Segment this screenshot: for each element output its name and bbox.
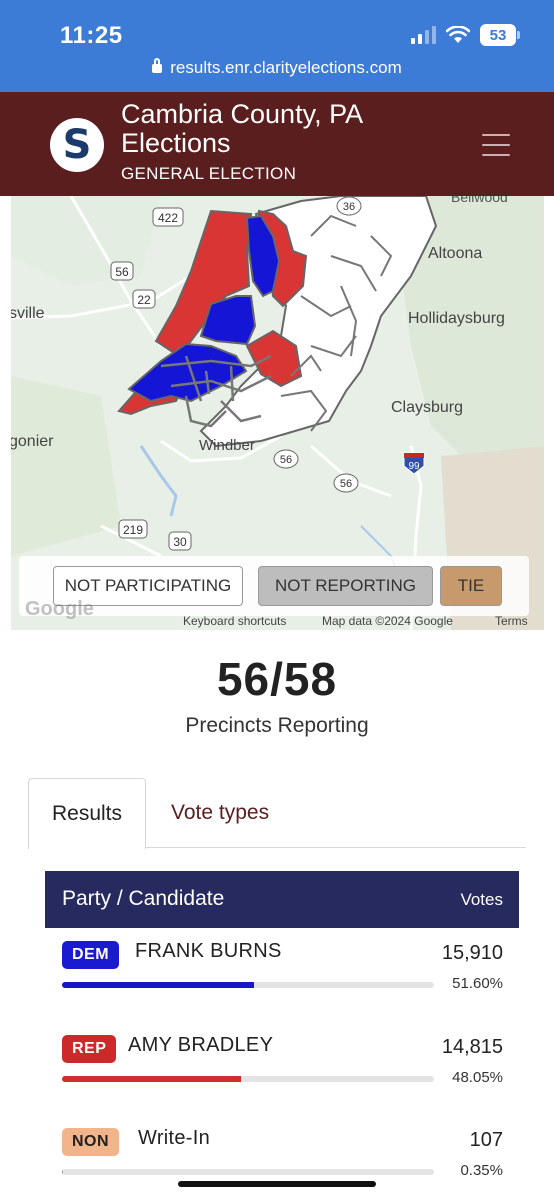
candidate-votes: 107 — [469, 1129, 503, 1151]
vote-share-fill — [62, 982, 254, 988]
candidate-percent: 48.05% — [452, 1069, 503, 1086]
vote-share-bar — [62, 1169, 434, 1175]
status-time: 11:25 — [60, 22, 123, 49]
page-title: Cambria County, PA Elections — [121, 99, 362, 158]
keyboard-shortcuts-link[interactable]: Keyboard shortcuts — [183, 614, 286, 628]
candidate-votes: 15,910 — [441, 942, 503, 964]
site-header: S Cambria County, PA Elections GENERAL E… — [0, 92, 554, 196]
svg-text:30: 30 — [173, 535, 187, 549]
legend-not-reporting[interactable]: NOT REPORTING — [258, 566, 433, 606]
map-label-hollidaysburg: Hollidaysburg — [408, 310, 505, 327]
lock-icon — [152, 58, 163, 73]
vote-share-fill — [62, 1076, 241, 1082]
map-label-windber: Windber — [199, 437, 255, 454]
map-label-claysburg: Claysburg — [391, 399, 463, 416]
svg-text:36: 36 — [343, 201, 355, 213]
header-party-candidate: Party / Candidate — [62, 887, 225, 910]
party-badge: DEM — [62, 941, 120, 969]
route-shield-36: 36 — [336, 196, 362, 216]
svg-text:219: 219 — [123, 523, 143, 537]
candidate-name: FRANK BURNS — [135, 940, 282, 962]
map-label-gonier: gonier — [11, 433, 54, 450]
candidate-row: REP AMY BRADLEY 14,815 48.05% — [45, 1024, 519, 1114]
vote-share-bar — [62, 982, 434, 988]
candidate-name: Write-In — [138, 1127, 211, 1149]
tab-results[interactable]: Results — [28, 778, 146, 849]
route-shield-219: 219 — [118, 519, 148, 539]
route-shield-56-west: 56 — [110, 261, 134, 281]
candidate-row: NON Write-In 107 0.35% — [45, 1117, 519, 1200]
vote-share-bar — [62, 1076, 434, 1082]
candidate-percent: 0.35% — [460, 1162, 503, 1179]
address-bar[interactable]: results.enr.clarityelections.com — [0, 58, 554, 78]
hamburger-menu-icon[interactable] — [482, 134, 510, 156]
candidate-name: AMY BRADLEY — [128, 1034, 274, 1056]
logo-glyph: S — [62, 122, 92, 168]
svg-text:99: 99 — [408, 461, 420, 472]
route-shield-22: 22 — [132, 289, 156, 309]
tab-vote-types[interactable]: Vote types — [171, 778, 269, 848]
google-logo: Google — [25, 598, 94, 620]
map-label-sville: sville — [11, 305, 45, 322]
svg-text:22: 22 — [137, 293, 151, 307]
clarity-logo[interactable]: S — [50, 118, 104, 172]
wifi-icon — [446, 26, 470, 43]
results-table-header: Party / Candidate Votes — [45, 871, 519, 928]
route-shield-99: 99 — [403, 452, 425, 475]
legend-tie[interactable]: TIE — [440, 566, 502, 606]
svg-text:56: 56 — [280, 454, 292, 466]
svg-text:56: 56 — [115, 265, 129, 279]
vote-share-fill — [62, 1169, 64, 1175]
candidate-percent: 51.60% — [452, 975, 503, 992]
precinct-map[interactable]: Bellwood Altoona Hollidaysburg Claysburg… — [11, 196, 544, 630]
party-badge: REP — [62, 1035, 117, 1063]
svg-text:56: 56 — [340, 478, 352, 490]
terms-link[interactable]: Terms — [495, 614, 528, 628]
map-label-altoona: Altoona — [428, 245, 482, 262]
candidate-votes: 14,815 — [441, 1036, 503, 1058]
party-badge: NON — [62, 1128, 120, 1156]
precincts-count: 56/58 — [216, 653, 338, 705]
map-legend: NOT PARTICIPATING NOT REPORTING TIE — [19, 556, 529, 616]
election-name: GENERAL ELECTION — [121, 164, 297, 183]
svg-text:422: 422 — [158, 211, 178, 225]
precincts-label: Precincts Reporting — [185, 714, 369, 737]
url-text: results.enr.clarityelections.com — [170, 58, 402, 77]
status-icons: 53 — [411, 24, 520, 46]
route-shield-30: 30 — [168, 531, 192, 551]
map-data-attribution: Map data ©2024 Google — [322, 614, 453, 628]
home-indicator — [178, 1181, 376, 1187]
route-shield-56-east: 56 — [333, 473, 359, 493]
map-label-bellwood: Bellwood — [451, 196, 508, 205]
route-shield-56-center: 56 — [273, 449, 299, 469]
browser-top-bar: 11:25 53 results.enr.clarityelections.co… — [0, 0, 554, 92]
cellular-signal-icon — [411, 26, 436, 44]
battery-icon: 53 — [480, 24, 520, 46]
route-shield-422: 422 — [152, 207, 184, 227]
header-votes: Votes — [460, 890, 503, 909]
candidate-row: DEM FRANK BURNS 15,910 51.60% — [45, 930, 519, 1020]
